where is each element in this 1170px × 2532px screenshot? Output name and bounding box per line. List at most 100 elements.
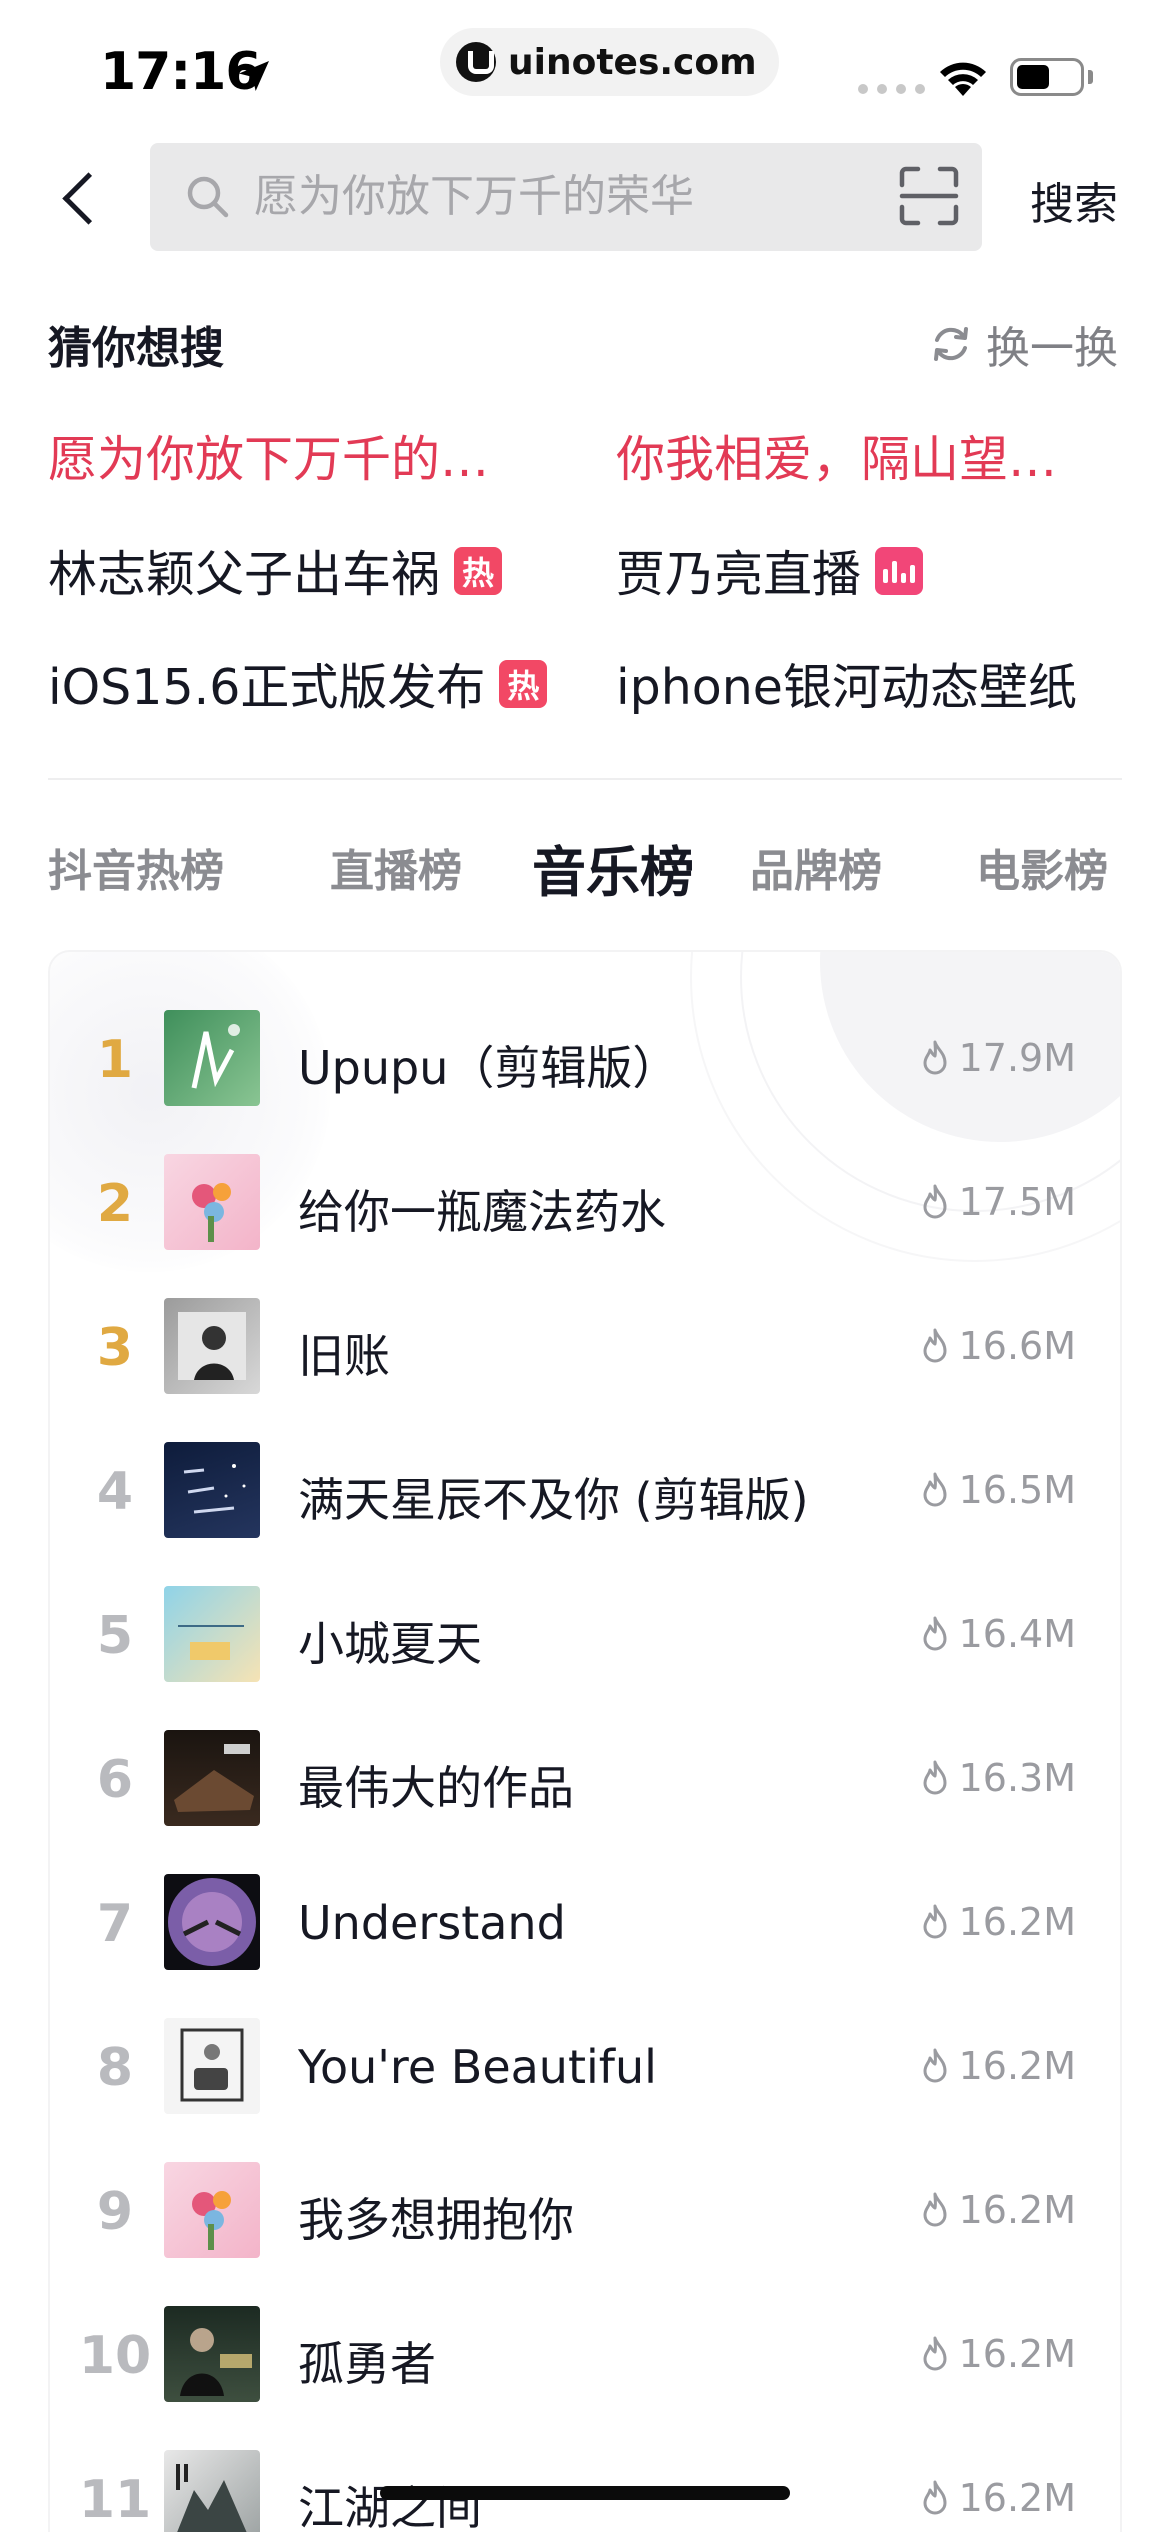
chart-row[interactable]: 8 You're Beautiful 16.2M bbox=[50, 1994, 1120, 2138]
flame-icon bbox=[923, 1904, 947, 1939]
song-title: 给你一瓶魔法药水 bbox=[298, 1185, 666, 1239]
song-title: 我多想拥抱你 bbox=[298, 2193, 574, 2247]
guess-item[interactable]: 愿为你放下万千的… bbox=[48, 420, 489, 491]
rank-number: 11 bbox=[78, 2470, 152, 2530]
site-logo-icon bbox=[456, 42, 496, 82]
heat-text: 16.2M bbox=[958, 2188, 1076, 2232]
hot-badge: 热 bbox=[499, 659, 548, 708]
guess-item[interactable]: iphone银河动态壁纸 bbox=[616, 648, 1077, 719]
search-button[interactable]: 搜索 bbox=[1030, 168, 1118, 232]
heat-value: 16.2M bbox=[919, 2332, 1076, 2376]
heat-value: 16.6M bbox=[919, 1324, 1076, 1368]
scan-icon[interactable] bbox=[898, 165, 960, 227]
chart-row[interactable]: 2 给你一瓶魔法药水 17.5M bbox=[50, 1130, 1120, 1274]
battery-icon bbox=[1010, 58, 1084, 96]
guess-item[interactable]: 你我相爱，隔山望… bbox=[616, 420, 1057, 491]
flame-icon bbox=[923, 1184, 947, 1219]
heat-text: 17.5M bbox=[958, 1180, 1076, 1224]
back-button[interactable] bbox=[52, 162, 108, 232]
album-cover bbox=[164, 1586, 260, 1682]
chart-row[interactable]: 7 Understand 16.2M bbox=[50, 1850, 1120, 1994]
album-cover bbox=[164, 1442, 260, 1538]
heat-value: 17.9M bbox=[919, 1036, 1076, 1080]
rank-number: 7 bbox=[96, 1894, 134, 1954]
search-icon bbox=[187, 176, 229, 218]
rank-number: 3 bbox=[96, 1318, 134, 1378]
album-cover bbox=[164, 1874, 260, 1970]
album-cover bbox=[164, 1154, 260, 1250]
tab-brand[interactable]: 品牌榜 bbox=[750, 835, 882, 899]
song-title: Understand bbox=[298, 1896, 566, 1950]
flame-icon bbox=[923, 1760, 947, 1795]
heat-text: 16.6M bbox=[958, 1324, 1076, 1368]
live-icon bbox=[875, 546, 924, 595]
chart-row[interactable]: 5 小城夏天 16.4M bbox=[50, 1562, 1120, 1706]
refresh-label: 换一换 bbox=[986, 323, 1118, 374]
hot-badge: 热 bbox=[454, 546, 503, 595]
song-title: 江湖之间 bbox=[298, 2481, 482, 2532]
rank-number: 4 bbox=[96, 1462, 134, 1522]
flame-icon bbox=[923, 2048, 947, 2083]
album-cover bbox=[164, 2162, 260, 2258]
heat-text: 16.3M bbox=[958, 1756, 1076, 1800]
heat-value: 16.2M bbox=[919, 2188, 1076, 2232]
guess-item[interactable]: 贾乃亮直播 bbox=[616, 535, 924, 606]
url-pill[interactable]: uinotes.com bbox=[440, 28, 779, 96]
guess-item-text: iOS15.6正式版发布 bbox=[48, 659, 486, 716]
heat-value: 16.2M bbox=[919, 1900, 1076, 1944]
chart-row[interactable]: 1 Upupu（剪辑版） 17.9M bbox=[50, 986, 1120, 1130]
tab-music[interactable]: 音乐榜 bbox=[532, 828, 694, 907]
flame-icon bbox=[923, 1040, 947, 1075]
chart-row[interactable]: 9 我多想拥抱你 16.2M bbox=[50, 2138, 1120, 2282]
tab-movie[interactable]: 电影榜 bbox=[976, 835, 1108, 899]
rank-number: 6 bbox=[96, 1750, 134, 1810]
rank-number: 8 bbox=[96, 2038, 134, 2098]
tab-live[interactable]: 直播榜 bbox=[330, 835, 462, 899]
heat-text: 16.5M bbox=[958, 1468, 1076, 1512]
wifi-icon bbox=[940, 62, 986, 96]
url-text: uinotes.com bbox=[508, 41, 757, 83]
guess-item[interactable]: 林志颖父子出车祸 热 bbox=[48, 535, 503, 606]
flame-icon bbox=[923, 2192, 947, 2227]
search-placeholder: 愿为你放下万千的荣华 bbox=[254, 171, 694, 222]
song-title: 旧账 bbox=[298, 1329, 390, 1383]
refresh-icon bbox=[934, 327, 968, 361]
album-cover bbox=[164, 2018, 260, 2114]
album-cover bbox=[164, 1730, 260, 1826]
location-arrow-icon bbox=[239, 61, 269, 91]
album-cover bbox=[164, 2306, 260, 2402]
heat-value: 17.5M bbox=[919, 1180, 1076, 1224]
guess-item-text: iphone银河动态壁纸 bbox=[616, 659, 1077, 716]
home-indicator[interactable] bbox=[380, 2486, 790, 2500]
album-cover bbox=[164, 2450, 260, 2532]
heat-value: 16.4M bbox=[919, 1612, 1076, 1656]
guess-section-title: 猜你想搜 bbox=[48, 323, 224, 374]
guess-item-text: 愿为你放下万千的… bbox=[48, 431, 490, 488]
rank-number: 10 bbox=[78, 2326, 152, 2386]
search-input[interactable]: 愿为你放下万千的荣华 bbox=[150, 143, 982, 251]
music-chart-card: 1 Upupu（剪辑版） 17.9M 2 给你一瓶魔法药水 17.5M 3 旧账… bbox=[48, 950, 1122, 2532]
chart-row[interactable]: 11 江湖之间 16.2M bbox=[50, 2426, 1120, 2532]
heat-value: 16.5M bbox=[919, 1468, 1076, 1512]
chart-row[interactable]: 10 孤勇者 16.2M bbox=[50, 2282, 1120, 2426]
chart-row[interactable]: 4 满天星辰不及你 (剪辑版) 16.5M bbox=[50, 1418, 1120, 1562]
heat-value: 16.3M bbox=[919, 1756, 1076, 1800]
tab-douyin-hot[interactable]: 抖音热榜 bbox=[48, 835, 224, 899]
heat-value: 16.2M bbox=[919, 2044, 1076, 2088]
guess-item-text: 贾乃亮直播 bbox=[616, 546, 862, 603]
flame-icon bbox=[923, 1616, 947, 1651]
refresh-button[interactable]: 换一换 bbox=[930, 312, 1118, 376]
status-bar: 17:16 uinotes.com bbox=[0, 0, 1170, 140]
cellular-signal-icon bbox=[858, 84, 925, 94]
chart-row[interactable]: 3 旧账 16.6M bbox=[50, 1274, 1120, 1418]
guess-item-text: 林志颖父子出车祸 bbox=[48, 546, 441, 603]
flame-icon bbox=[923, 1328, 947, 1363]
heat-text: 16.2M bbox=[958, 2044, 1076, 2088]
chart-row[interactable]: 6 最伟大的作品 16.3M bbox=[50, 1706, 1120, 1850]
heat-value: 16.2M bbox=[919, 2476, 1076, 2520]
rank-number: 9 bbox=[96, 2182, 134, 2242]
guess-item[interactable]: iOS15.6正式版发布 热 bbox=[48, 648, 548, 719]
song-title: Upupu（剪辑版） bbox=[298, 1041, 679, 1095]
heat-text: 17.9M bbox=[958, 1036, 1076, 1080]
flame-icon bbox=[923, 2336, 947, 2371]
